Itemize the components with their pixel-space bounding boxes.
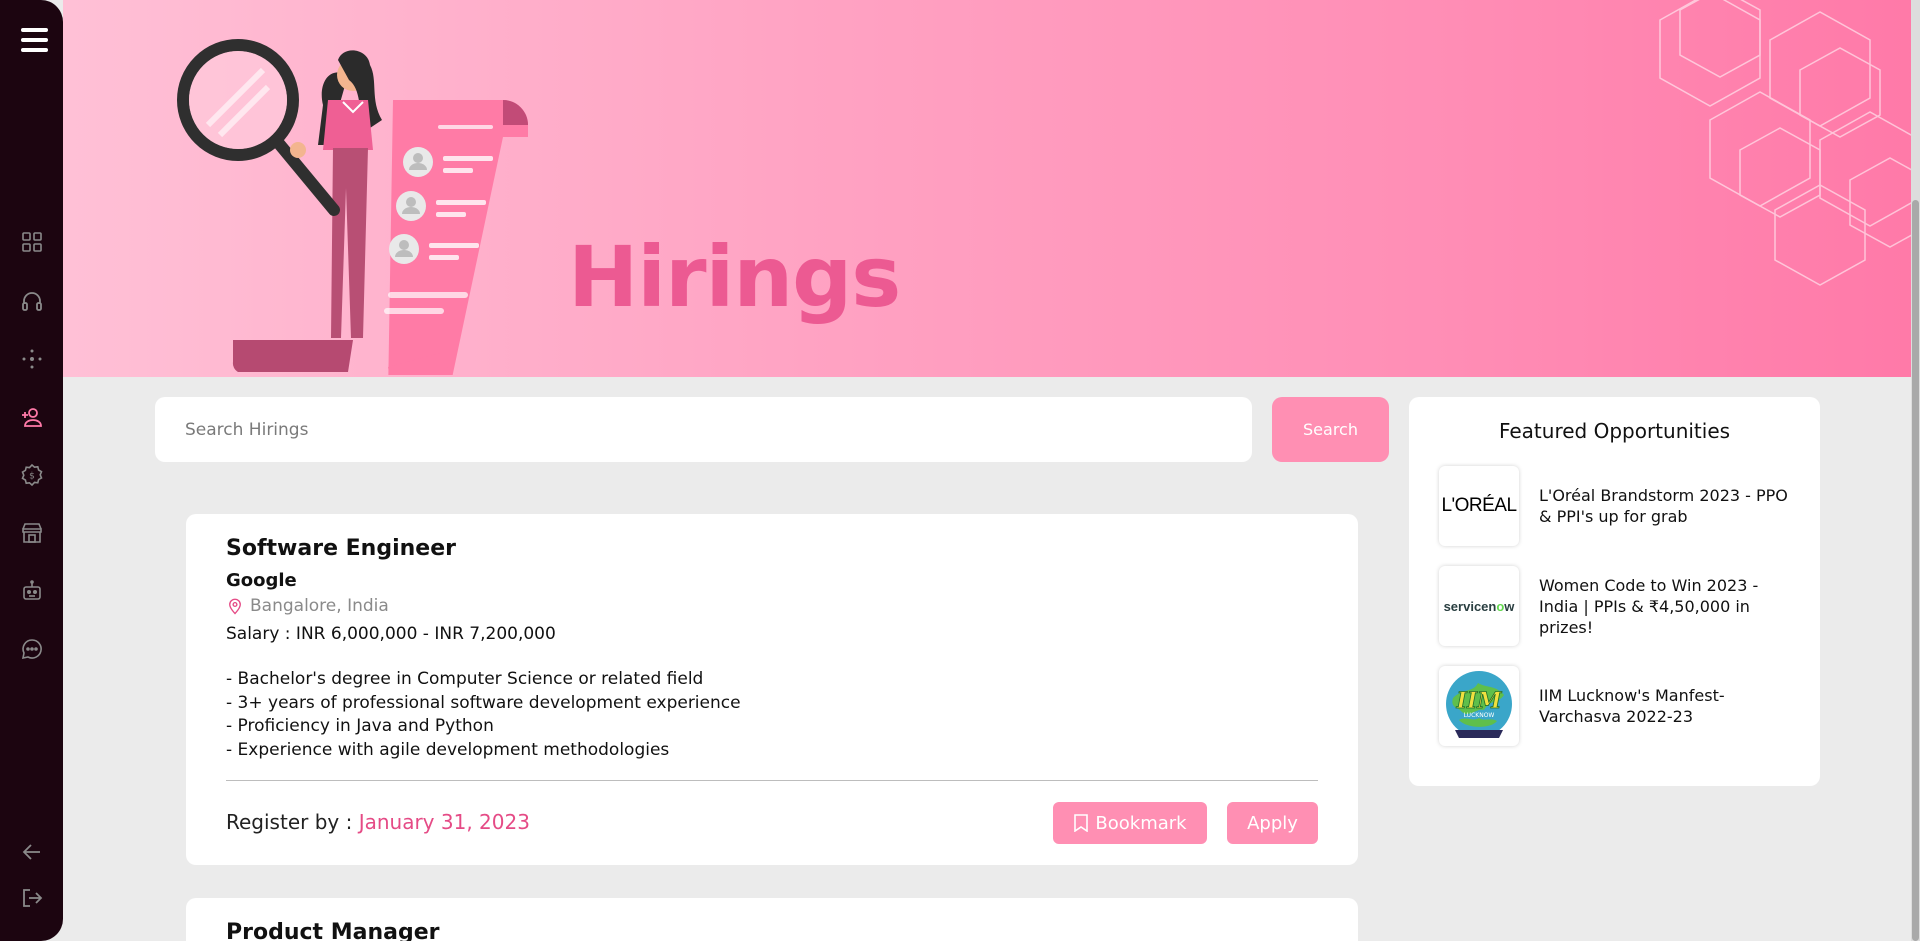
register-date: January 31, 2023 (358, 810, 530, 834)
register-deadline: Register by : January 31, 2023 (226, 810, 530, 834)
job-salary: Salary : INR 6,000,000 - INR 7,200,000 (226, 624, 556, 644)
dashboard-grid-icon[interactable] (19, 229, 45, 255)
bookmark-button[interactable]: Bookmark (1053, 802, 1207, 844)
job-card: Software Engineer Google Bangalore, Indi… (186, 514, 1358, 865)
sidebar: $ (0, 0, 63, 941)
svg-text:IIM: IIM (1456, 688, 1503, 714)
logout-icon[interactable] (19, 885, 45, 911)
search-button[interactable]: Search (1272, 397, 1389, 462)
hero-banner: Hirings (63, 0, 1920, 377)
job-location-text: Bangalore, India (250, 596, 389, 616)
page-title: Hirings (568, 228, 901, 326)
featured-opportunities-panel: Featured Opportunities L'ORÉAL L'Oréal B… (1409, 397, 1820, 786)
location-pin-icon (229, 598, 241, 615)
network-dots-icon[interactable] (19, 346, 45, 372)
featured-item-text: IIM Lucknow's Manfest-Varchasva 2022-23 (1539, 686, 1725, 726)
chat-bubble-icon[interactable] (19, 636, 45, 662)
requirement-item: - 3+ years of professional software deve… (226, 692, 741, 713)
featured-item[interactable]: servicenow Women Code to Win 2023 - Indi… (1439, 566, 1799, 646)
robot-icon[interactable] (19, 578, 45, 604)
hexagon-pattern-decoration (1659, 0, 1920, 286)
job-title: Software Engineer (226, 536, 456, 561)
storefront-icon[interactable] (19, 520, 45, 546)
divider (226, 780, 1318, 781)
hamburger-menu-icon[interactable] (21, 28, 48, 52)
job-card: Product Manager (186, 898, 1358, 941)
bookmark-icon (1074, 814, 1089, 832)
scrollbar-thumb[interactable] (1912, 200, 1919, 941)
servicenow-logo: servicenow (1439, 566, 1519, 646)
job-requirements: - Bachelor's degree in Computer Science … (226, 668, 741, 762)
servicenow-logo-text: servicenow (1443, 598, 1515, 614)
requirement-item: - Bachelor's degree in Computer Science … (226, 669, 704, 689)
job-company: Google (226, 570, 297, 591)
svg-text:LUCKNOW: LUCKNOW (1464, 712, 1495, 719)
requirement-item: - Proficiency in Java and Python (226, 716, 494, 736)
featured-item-text: L'Oréal Brandstorm 2023 - PPO & PPI's up… (1539, 486, 1788, 526)
featured-item[interactable]: IIM LUCKNOW IIM Lucknow's Manfest-Varcha… (1439, 666, 1799, 746)
bookmark-label: Bookmark (1095, 812, 1187, 834)
arrow-left-icon[interactable] (19, 839, 45, 865)
add-user-icon[interactable] (19, 404, 45, 430)
iim-lucknow-logo: IIM LUCKNOW (1439, 666, 1519, 746)
job-title: Product Manager (226, 920, 440, 941)
job-location: Bangalore, India (226, 596, 389, 616)
requirement-item: - Experience with agile development meth… (226, 739, 670, 760)
featured-item-text: Women Code to Win 2023 - India | PPIs & … (1539, 575, 1759, 637)
recruiter-illustration (177, 39, 528, 375)
headphones-icon[interactable] (19, 288, 45, 314)
page-scrollbar[interactable] (1911, 0, 1920, 941)
register-label: Register by : (226, 810, 353, 834)
search-input[interactable] (155, 397, 1252, 462)
loreal-logo: L'ORÉAL (1439, 466, 1519, 546)
featured-item[interactable]: L'ORÉAL L'Oréal Brandstorm 2023 - PPO & … (1439, 466, 1799, 546)
apply-button[interactable]: Apply (1227, 802, 1318, 844)
currency-settings-icon[interactable]: $ (19, 462, 45, 488)
loreal-logo-text: L'ORÉAL (1441, 495, 1517, 516)
featured-title: Featured Opportunities (1498, 419, 1731, 443)
svg-text:$: $ (29, 472, 35, 482)
